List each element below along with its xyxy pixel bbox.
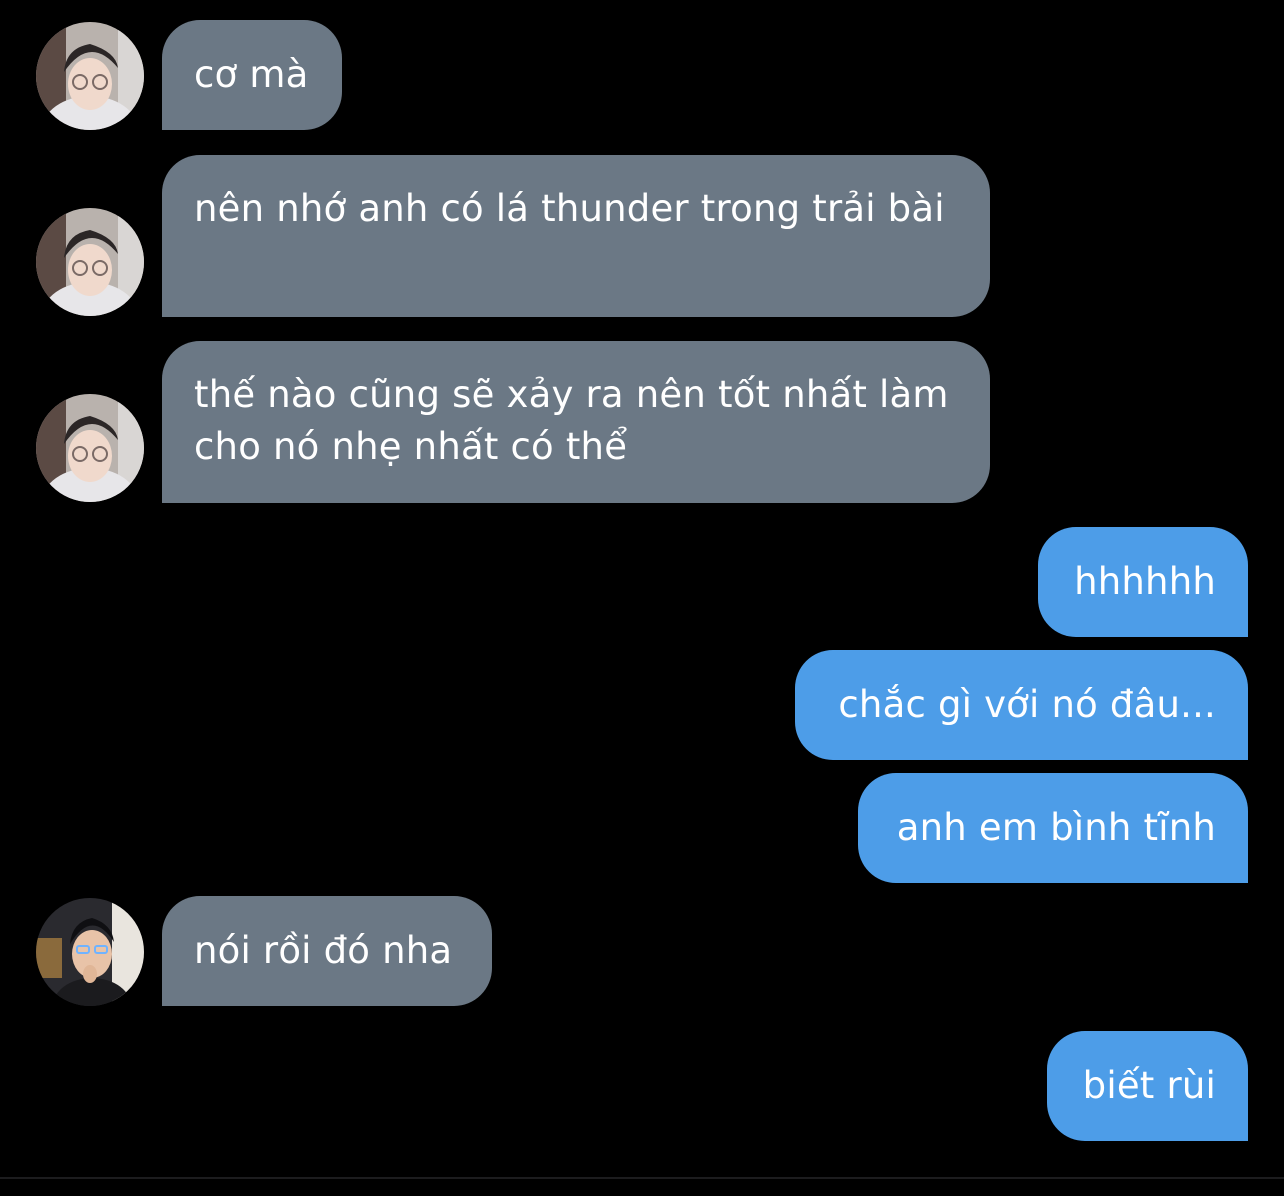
message-text: nói rồi đó nha <box>194 929 453 972</box>
message-bubble-outgoing[interactable]: chắc gì với nó đâu... <box>795 650 1248 760</box>
message-text: thế nào cũng sẽ xảy ra nên tốt nhất làm … <box>194 373 949 468</box>
message-text: hhhhhh <box>1074 560 1216 603</box>
avatar-hoodie-icon <box>36 394 144 502</box>
message-bubble-outgoing[interactable]: anh em bình tĩnh <box>858 773 1248 883</box>
avatar[interactable] <box>36 208 144 316</box>
message-bubble-incoming[interactable]: thế nào cũng sẽ xảy ra nên tốt nhất làm … <box>162 341 990 503</box>
avatar-hoodie-icon <box>36 22 144 130</box>
message-bubble-outgoing[interactable]: biết rùi <box>1047 1031 1248 1141</box>
message-text: chắc gì với nó đâu... <box>838 683 1216 726</box>
message-text: anh em bình tĩnh <box>896 806 1216 849</box>
avatar[interactable] <box>36 22 144 130</box>
message-text: biết rùi <box>1082 1064 1216 1107</box>
avatar[interactable] <box>36 898 144 1006</box>
chat-thread: cơ mà nên nhớ anh có lá thunder trong tr… <box>0 0 1284 1196</box>
message-bubble-incoming[interactable]: cơ mà <box>162 20 342 130</box>
message-bubble-incoming[interactable]: nói rồi đó nha <box>162 896 492 1006</box>
message-text: cơ mà <box>194 53 309 96</box>
message-text: nên nhớ anh có lá thunder trong trải bài <box>194 187 945 230</box>
message-bubble-outgoing[interactable]: hhhhhh <box>1038 527 1248 637</box>
avatar-hoodie-icon <box>36 208 144 316</box>
avatar-dark-hair-icon <box>36 898 144 1006</box>
divider <box>0 1177 1284 1179</box>
avatar[interactable] <box>36 394 144 502</box>
message-bubble-incoming[interactable]: nên nhớ anh có lá thunder trong trải bài <box>162 155 990 317</box>
